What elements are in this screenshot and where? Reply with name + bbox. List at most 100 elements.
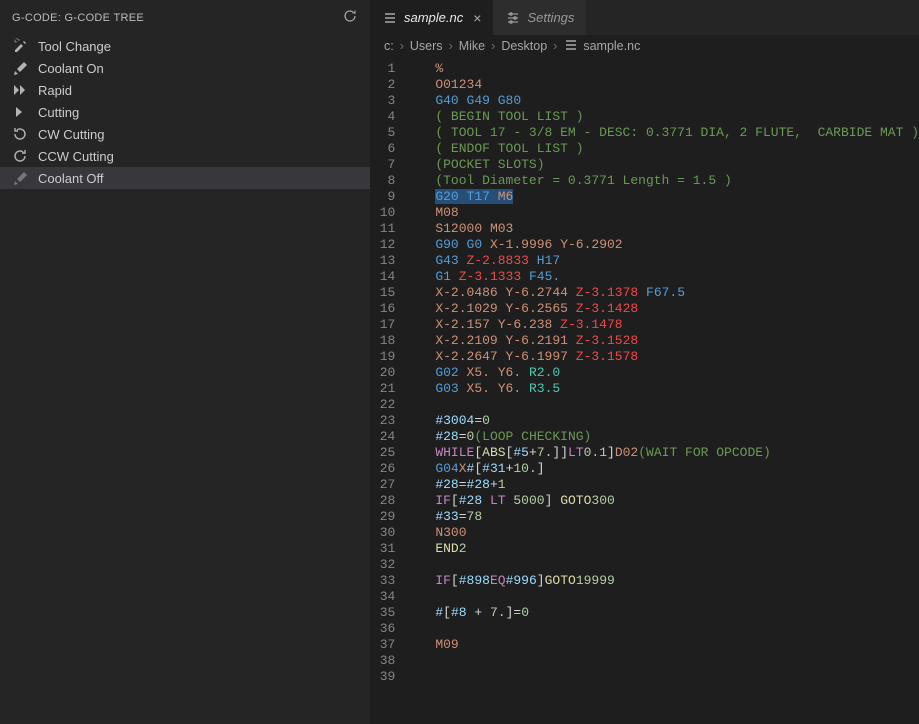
code-line[interactable]: M09 (435, 637, 919, 653)
tree-item[interactable]: Rapid (0, 79, 370, 101)
code-line[interactable]: ( BEGIN TOOL LIST ) (435, 109, 919, 125)
breadcrumb-label: c: (384, 39, 394, 53)
token: (WAIT FOR OPCODE) (638, 445, 771, 460)
token (459, 237, 467, 252)
code-line[interactable]: G90 G0 X-1.9996 Y-6.2902 (435, 237, 919, 253)
token: ] (537, 573, 545, 588)
code-line[interactable]: ( ENDOF TOOL LIST ) (435, 141, 919, 157)
code-area[interactable]: %O01234G40 G49 G80( BEGIN TOOL LIST )( T… (413, 57, 919, 724)
code-line[interactable]: S12000 M03 (435, 221, 919, 237)
code-line[interactable]: G03 X5. Y6. R3.5 (435, 381, 919, 397)
code-line[interactable]: G02 X5. Y6. R2.0 (435, 365, 919, 381)
line-number: 24 (370, 429, 395, 445)
token: G03 (435, 381, 458, 396)
code-line[interactable]: #33=78 (435, 509, 919, 525)
code-line[interactable]: G43 Z-2.8833 H17 (435, 253, 919, 269)
code-line[interactable]: G40 G49 G80 (435, 93, 919, 109)
token (498, 349, 506, 364)
token: Z-3.1333 (459, 269, 521, 284)
code-line[interactable] (435, 589, 919, 605)
token (498, 333, 506, 348)
gutter: 1234567891011121314151617181920212223242… (370, 57, 413, 724)
line-number: 27 (370, 477, 395, 493)
tree-item[interactable]: Coolant On (0, 57, 370, 79)
token: G90 (435, 237, 458, 252)
token: G0 (467, 237, 483, 252)
code-line[interactable] (435, 653, 919, 669)
code-line[interactable]: X-2.2109 Y-6.2191 Z-3.1528 (435, 333, 919, 349)
refresh-button[interactable] (342, 8, 358, 27)
tab[interactable]: Settings (493, 0, 586, 35)
token (459, 381, 467, 396)
line-number: 18 (370, 333, 395, 349)
gcode-tree: Tool Change Coolant OnRapid Cutting CW Cutt… (0, 35, 370, 189)
breadcrumb-label: Users (410, 39, 443, 53)
breadcrumb-item[interactable]: sample.nc (563, 37, 640, 56)
code-line[interactable]: G1 Z-3.1333 F45. (435, 269, 919, 285)
tree-item[interactable]: Tool Change (0, 35, 370, 57)
breadcrumb-item[interactable]: c: (384, 39, 394, 53)
line-number: 7 (370, 157, 395, 173)
code-line[interactable]: #3004=0 (435, 413, 919, 429)
code-line[interactable] (435, 621, 919, 637)
tree-item[interactable]: CW Cutting (0, 123, 370, 145)
token: 7. (537, 445, 553, 460)
breadcrumb-item[interactable]: Desktop (501, 39, 547, 53)
token: M08 (435, 205, 458, 220)
code-line[interactable] (435, 557, 919, 573)
code-line[interactable]: WHILE[ABS[#5+7.]]LT0.1]D02(WAIT FOR OPCO… (435, 445, 919, 461)
code-line[interactable]: X-2.2647 Y-6.1997 Z-3.1578 (435, 349, 919, 365)
token: Y-6.2744 (506, 285, 568, 300)
code-line[interactable]: X-2.0486 Y-6.2744 Z-3.1378 F67.5 (435, 285, 919, 301)
close-icon[interactable]: × (473, 10, 481, 26)
tree-item[interactable]: Coolant Off (0, 167, 370, 189)
code-line[interactable]: X-2.1029 Y-6.2565 Z-3.1428 (435, 301, 919, 317)
token: 300 (591, 493, 614, 508)
token (568, 333, 576, 348)
token: Y6. (498, 381, 521, 396)
cutting-icon (12, 104, 28, 120)
line-number: 2 (370, 77, 395, 93)
line-number: 35 (370, 605, 395, 621)
code-line[interactable]: X-2.157 Y-6.238 Z-3.1478 (435, 317, 919, 333)
code-line[interactable]: ( TOOL 17 - 3/8 EM - DESC: 0.3771 DIA, 2… (435, 125, 919, 141)
tree-item-label: Tool Change (38, 39, 111, 54)
tree-item-label: Cutting (38, 105, 79, 120)
code-line[interactable]: G20 T17 M6 (435, 189, 919, 205)
code-line[interactable]: M08 (435, 205, 919, 221)
code-line[interactable]: (POCKET SLOTS) (435, 157, 919, 173)
token: #28 (435, 429, 458, 444)
tab[interactable]: sample.nc× (370, 0, 493, 35)
tree-item[interactable]: Cutting (0, 101, 370, 123)
code-line[interactable]: END2 (435, 541, 919, 557)
file-icon (382, 10, 398, 26)
token: M03 (490, 221, 513, 236)
breadcrumb-item[interactable]: Mike (459, 39, 485, 53)
code-line[interactable]: IF[#28 LT 5000] GOTO300 (435, 493, 919, 509)
editor[interactable]: 1234567891011121314151617181920212223242… (370, 57, 919, 724)
code-line[interactable]: G04X#[#31+10.] (435, 461, 919, 477)
token (529, 253, 537, 268)
code-line[interactable] (435, 669, 919, 685)
code-line[interactable]: O01234 (435, 77, 919, 93)
token: [ (451, 493, 459, 508)
tree-item[interactable]: CCW Cutting (0, 145, 370, 167)
code-line[interactable] (435, 397, 919, 413)
breadcrumb-item[interactable]: Users (410, 39, 443, 53)
breadcrumbs: c:›Users›Mike›Desktop›sample.nc (370, 35, 919, 57)
line-number: 31 (370, 541, 395, 557)
code-line[interactable]: #28=#28+1 (435, 477, 919, 493)
token: [ (474, 445, 482, 460)
code-line[interactable]: N300 (435, 525, 919, 541)
token (568, 349, 576, 364)
token: N300 (435, 525, 466, 540)
code-line[interactable]: #[#8 + 7.]=0 (435, 605, 919, 621)
token: T17 (467, 189, 490, 204)
token (490, 365, 498, 380)
code-line[interactable]: IF[#898EQ#996]GOTO19999 (435, 573, 919, 589)
code-line[interactable]: (Tool Diameter = 0.3771 Length = 1.5 ) (435, 173, 919, 189)
code-line[interactable]: #28=0(LOOP CHECKING) (435, 429, 919, 445)
line-number: 15 (370, 285, 395, 301)
token: = (459, 477, 467, 492)
code-line[interactable]: % (435, 61, 919, 77)
